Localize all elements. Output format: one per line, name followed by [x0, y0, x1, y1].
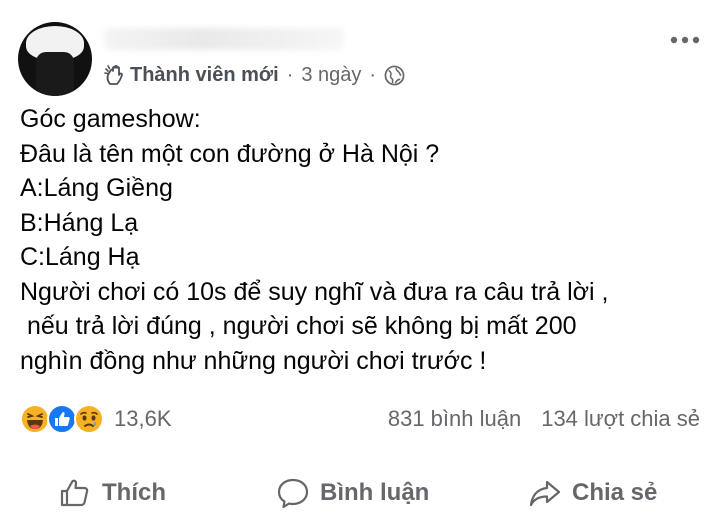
- avatar[interactable]: [18, 22, 92, 96]
- more-options-icon[interactable]: [670, 34, 700, 46]
- comment-label: Bình luận: [320, 479, 430, 506]
- post-meta: Thành viên mới · 3 ngày ·: [104, 60, 405, 90]
- post-line: Đâu là tên một con đường ở Hà Nội ?: [20, 139, 440, 168]
- sad-icon: [74, 404, 104, 434]
- share-icon: [529, 480, 561, 507]
- reaction-count: 13,6K: [114, 406, 172, 431]
- thumbs-up-icon: [60, 479, 89, 507]
- like-label: Thích: [102, 479, 166, 506]
- comment-count[interactable]: 831 bình luận: [388, 406, 521, 432]
- post-line: B:Háng Lạ: [20, 208, 139, 237]
- post-line: C:Láng Hạ: [20, 243, 140, 271]
- post-line: Góc gameshow:: [20, 105, 201, 133]
- meta-separator: ·: [369, 63, 377, 86]
- new-member-badge-icon: [104, 64, 123, 85]
- share-label: Chia sẻ: [572, 479, 658, 506]
- post-line: A:Láng Giềng: [20, 174, 173, 202]
- like-button[interactable]: Thích: [58, 462, 166, 524]
- comment-button[interactable]: Bình luận: [276, 462, 429, 524]
- member-status-label: Thành viên mới: [130, 63, 279, 86]
- post-time[interactable]: 3 ngày: [301, 64, 361, 87]
- reactions-summary[interactable]: 13,6K: [20, 402, 172, 436]
- share-button[interactable]: Chia sẻ: [528, 462, 657, 524]
- comment-icon: [277, 478, 309, 509]
- post-line: nếu trả lời đúng , người chơi sẽ không b…: [20, 312, 577, 340]
- meta-separator: ·: [286, 63, 294, 86]
- reaction-icons: [20, 404, 108, 434]
- post-line: Người chơi có 10s để suy nghĩ và đưa ra …: [20, 277, 609, 306]
- post-card: Thành viên mới · 3 ngày · Góc gameshow: …: [0, 0, 720, 527]
- share-count[interactable]: 134 lượt chia sẻ: [541, 406, 700, 432]
- post-body: Góc gameshow: Đâu là tên một con đường ở…: [20, 102, 710, 378]
- author-name-blurred[interactable]: [104, 28, 344, 50]
- engagement-stats: 831 bình luận 134 lượt chia sẻ: [388, 402, 700, 436]
- post-line: nghìn đồng như những người chơi trước !: [20, 346, 487, 375]
- haha-icon: [20, 404, 50, 434]
- globe-icon: [384, 65, 405, 85]
- like-icon: [47, 404, 77, 434]
- action-bar: Thích Bình luận Chia sẻ: [0, 462, 720, 524]
